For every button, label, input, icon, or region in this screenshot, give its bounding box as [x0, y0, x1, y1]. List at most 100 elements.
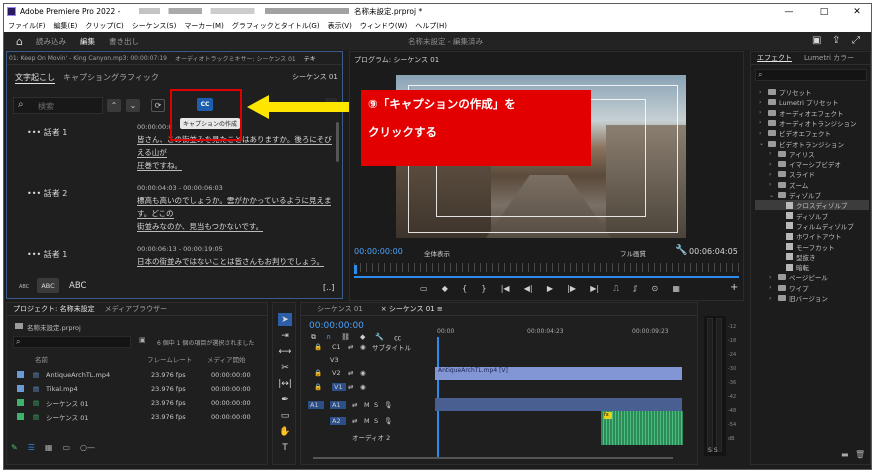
disclosure-icon[interactable]: › — [759, 130, 765, 137]
slip-tool-icon[interactable]: |↔| — [278, 377, 292, 390]
column-name[interactable]: 名前 — [35, 354, 48, 364]
caption-text[interactable]: 日本の街並みではないことは皆さんもお判りでしょう。 — [137, 255, 337, 268]
tab-export[interactable]: 書き出し — [109, 36, 139, 47]
tab-sequence-a[interactable]: シーケンス 01 — [317, 304, 363, 314]
effects-tree-item[interactable]: ⌄ ビデオトランジション — [759, 139, 844, 149]
more-icon[interactable]: ••• — [27, 189, 41, 198]
program-timecode[interactable]: 00:00:00:00 — [354, 247, 403, 256]
disclosure-icon[interactable]: › — [769, 274, 775, 281]
quick-export-icon[interactable]: ▣ — [812, 35, 821, 46]
mute-button[interactable]: M — [364, 401, 374, 409]
tab-import[interactable]: 読み込み — [36, 36, 66, 47]
menu-marker[interactable]: マーカー(M) — [184, 21, 224, 31]
eye-icon[interactable]: ◉ — [360, 343, 372, 351]
disclosure-icon[interactable]: › — [759, 89, 765, 96]
effects-tree-item[interactable]: › スライド — [769, 169, 815, 180]
go-to-in-icon[interactable]: |◀ — [501, 284, 510, 294]
menu-view[interactable]: 表示(V) — [328, 21, 352, 31]
program-ruler[interactable] — [354, 263, 739, 272]
font-size-small-button[interactable]: ABC — [19, 284, 29, 290]
mark-out-icon[interactable]: } — [481, 284, 486, 294]
mute-button[interactable]: M — [364, 417, 374, 425]
more-icon[interactable]: ••• — [27, 128, 41, 137]
menu-edit[interactable]: 編集(E) — [54, 21, 78, 31]
lock-icon[interactable]: 🔒 — [314, 343, 332, 351]
add-button-icon[interactable]: + — [730, 282, 738, 293]
track-select-tool-icon[interactable]: ⇥ — [278, 329, 292, 342]
hand-tool-icon[interactable]: ✋ — [278, 425, 292, 438]
go-to-out-icon[interactable]: ▶| — [590, 284, 599, 294]
disclosure-icon[interactable]: › — [769, 284, 775, 291]
share-icon[interactable]: ⇪ — [832, 35, 840, 46]
razor-tool-icon[interactable]: ✂ — [278, 361, 292, 374]
timeline-scrollbar[interactable] — [301, 457, 691, 461]
disclosure-icon[interactable]: › — [759, 119, 765, 126]
tab-transcript[interactable]: 文字起こし — [15, 72, 55, 83]
audio-clip-mixer-tab[interactable]: 01: Keep On Movin' - King Canyon.mp3: 00… — [9, 55, 167, 62]
rectangle-tool-icon[interactable]: ▭ — [278, 409, 292, 422]
export-frame-icon[interactable]: ⊙ — [651, 284, 658, 294]
timeline-playhead[interactable] — [437, 337, 439, 457]
maximize-button[interactable]: □ — [809, 4, 839, 19]
play-icon[interactable]: ▶ — [547, 284, 553, 294]
effects-tree-item[interactable]: › イマーシブビデオ — [769, 159, 841, 170]
font-size-large-button[interactable]: ABC — [69, 281, 86, 291]
zoom-slider[interactable]: ○— — [80, 443, 95, 452]
tab-project[interactable]: プロジェクト: 名称未設定 — [13, 304, 95, 314]
type-tool-icon[interactable]: T — [278, 441, 292, 454]
marker-icon[interactable]: ▭ — [420, 284, 428, 294]
menu-window[interactable]: ウィンドウ(W) — [360, 21, 407, 31]
icon-view-icon[interactable]: ▦ — [45, 443, 53, 452]
next-result-button[interactable]: ⌄ — [126, 99, 140, 112]
eye-icon[interactable]: ◉ — [360, 383, 366, 391]
wrench-icon[interactable]: 🔧 — [675, 245, 687, 256]
label-color-swatch[interactable] — [17, 385, 24, 392]
search-input[interactable]: ⌕ 検索 — [13, 97, 103, 114]
trash-icon[interactable]: 🗑 — [855, 450, 865, 459]
sync-lock-icon[interactable]: ⇄ — [352, 417, 364, 425]
tab-edit[interactable]: 編集 — [80, 36, 95, 47]
project-row[interactable]: ▤ Tikal.mp4 23.976 fps 00:00:00:00 — [17, 382, 257, 395]
disclosure-icon[interactable]: › — [759, 99, 765, 106]
effects-tree-item[interactable]: › オーディオトランジション — [759, 118, 857, 128]
disclosure-icon[interactable]: › — [769, 150, 775, 157]
column-media-start[interactable]: メディア開始 — [207, 354, 246, 364]
mic-icon[interactable]: 🎙 — [384, 401, 392, 409]
tab-media-browser[interactable]: メディアブラウザー — [105, 304, 168, 314]
effects-tree-item[interactable]: › ワイプ — [769, 283, 809, 293]
lock-icon[interactable]: 🔒 — [314, 369, 332, 377]
sync-lock-icon[interactable]: ⇄ — [348, 343, 360, 351]
project-search-input[interactable]: ⌕ — [13, 336, 131, 348]
label-color-swatch[interactable] — [17, 413, 24, 420]
sync-lock-icon[interactable]: ⇄ — [348, 369, 360, 377]
label-color-swatch[interactable] — [17, 399, 24, 406]
effects-tree-item[interactable]: モーフカット — [777, 242, 835, 252]
lock-icon[interactable]: 🔒 — [314, 383, 332, 391]
lift-icon[interactable]: ⎍ — [613, 284, 619, 294]
effects-tree-item[interactable]: 暗転 — [777, 262, 809, 272]
effects-tree-item[interactable]: › オーディオエフェクト — [759, 108, 844, 118]
sync-lock-icon[interactable]: ⇄ — [348, 383, 360, 391]
menu-clip[interactable]: クリップ(C) — [85, 21, 123, 31]
effects-tree-item[interactable]: 型抜き — [777, 252, 816, 262]
effects-tree-item[interactable]: ⌄ ディゾルブ — [769, 190, 821, 201]
more-icon[interactable]: ••• — [27, 250, 41, 259]
quality-dropdown[interactable]: フル画質 — [620, 248, 646, 258]
column-framerate[interactable]: フレームレート — [147, 354, 192, 364]
audio-clip-a1[interactable] — [435, 398, 682, 411]
disclosure-icon[interactable]: › — [769, 295, 775, 302]
disclosure-icon[interactable]: ⌄ — [759, 140, 765, 147]
multicam-icon[interactable]: ▦ — [672, 284, 680, 294]
project-row[interactable]: ▤ シーケンス 01 23.976 fps 00:00:00:00 — [17, 396, 257, 409]
disclosure-icon[interactable]: › — [759, 109, 765, 116]
close-window-button[interactable]: ✕ — [842, 4, 871, 19]
effects-tree-item[interactable]: フィルムディゾルブ — [777, 221, 854, 231]
disclosure-icon[interactable]: › — [769, 161, 775, 168]
caption-text[interactable]: 標高も高いのでしょうか。雲がかかっているように見えます。どこの 街並みなのか、見… — [137, 194, 337, 233]
effects-tree-item[interactable]: › ビデオエフェクト — [759, 128, 831, 139]
mic-icon[interactable]: 🎙 — [384, 417, 392, 425]
solo-button[interactable]: S — [374, 401, 384, 409]
audio-track-mixer-tab[interactable]: オーディオトラックミキサー: シーケンス 01 — [175, 54, 296, 63]
effects-tree-item[interactable]: ディゾルブ — [777, 211, 828, 221]
effects-tree-item[interactable]: › ページピール — [769, 272, 828, 283]
